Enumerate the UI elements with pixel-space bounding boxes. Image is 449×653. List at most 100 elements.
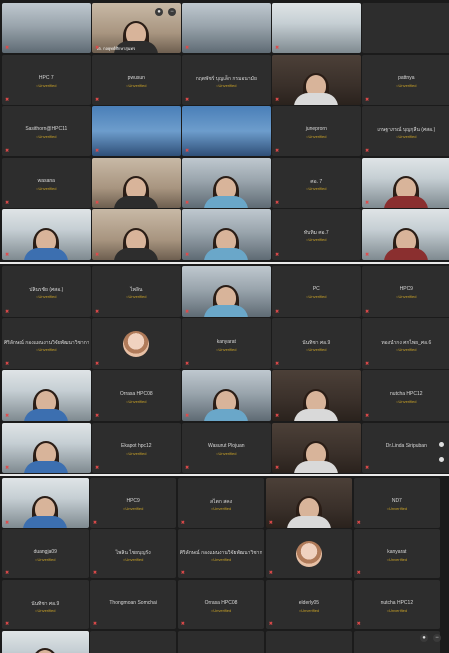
participant-name: PC — [312, 286, 320, 293]
participant-tile[interactable]: ทองนำกง ศกไพย_ศอ.6Unverified ✖ — [362, 318, 449, 369]
participant-tile[interactable]: ✖ — [2, 422, 91, 474]
participant-tile[interactable]: ไพลินUnverified ✖ — [92, 266, 181, 317]
participant-tile[interactable]: ✖ — [272, 422, 361, 474]
participant-tile[interactable]: elderly05 Unverified ✖ — [265, 579, 353, 630]
participant-tile[interactable]: ✖ — [2, 209, 91, 260]
participant-tile[interactable]: Ekapot hpc12 Unverified ✖ — [92, 422, 181, 474]
mic-muted-icon: ✖ — [356, 519, 361, 526]
mic-muted-icon: ✖ — [5, 621, 10, 628]
participant-tile[interactable]: ✖ — [182, 266, 271, 317]
participant-tile[interactable]: duangja09 Unverified ✖ — [2, 528, 89, 579]
participant-tile[interactable]: ศอ. 7Unverified ✖ — [272, 157, 361, 208]
participant-tile[interactable]: Dr.Linda Siripuban ✖ — [362, 422, 449, 474]
minimize-icon[interactable]: − — [168, 8, 176, 16]
participant-tile[interactable]: ✖ — [272, 3, 361, 54]
participant-tile[interactable]: นันทิชา ศอ.9Unverified ✖ — [2, 579, 89, 630]
unverified-badge: Unverified — [94, 294, 179, 299]
participant-name: ไพลิน ไชยบุญรัง — [115, 549, 151, 556]
participant-name: Sasithorn@HPC11 — [25, 126, 68, 133]
participant-tile[interactable]: เกษฐาภรณ์ บุญกุลีน (ศสอ.)Unverified ✖ — [362, 106, 449, 157]
participant-tile[interactable] — [353, 630, 441, 653]
participant-tile[interactable]: ทับทิม ศอ.7Unverified ✖ — [272, 209, 361, 260]
participant-tile[interactable]: ✖ — [182, 3, 271, 54]
participant-body — [24, 247, 69, 260]
minimize-icon[interactable]: − — [433, 634, 441, 642]
participant-name: นันทิชา ศอ.9 — [302, 339, 331, 346]
mic-muted-icon: ✖ — [185, 199, 190, 206]
participant-body — [24, 409, 69, 422]
participant-tile[interactable]: ✖ — [2, 478, 89, 528]
video-name-label: วต. กลยุทธ์ศึกษาสุนทร — [96, 46, 136, 52]
mic-muted-icon: ✖ — [92, 519, 98, 526]
participant-tile[interactable]: ไพลิน ไชยบุญรังUnverified ✖ — [89, 528, 177, 579]
participant-tile[interactable]: nutcha HPC12 Unverified ✖ — [362, 370, 449, 422]
participant-tile[interactable]: ✖ — [92, 209, 181, 260]
participant-tile[interactable]: juneprornUnverified ✖ — [272, 106, 361, 157]
participant-body — [114, 247, 159, 260]
unverified-badge: Unverified — [92, 506, 175, 511]
participant-tile[interactable]: ✖ — [182, 370, 271, 422]
participant-tile[interactable]: pattnya Unverified ✖ — [362, 54, 449, 105]
mic-muted-icon: ✖ — [5, 96, 10, 103]
unverified-badge: Unverified — [364, 399, 449, 404]
participant-tile[interactable]: ✖ — [272, 54, 361, 105]
record-icon[interactable]: ● — [155, 8, 163, 16]
record-icon[interactable]: ● — [420, 634, 428, 642]
participant-tile[interactable]: ปลินรชัย (ศสอ.)Unverified ✖ — [2, 266, 91, 317]
unverified-badge: Unverified — [180, 608, 263, 613]
participant-tile[interactable]: ✖ — [272, 370, 361, 422]
participant-name: kanyarat — [387, 548, 407, 555]
participant-tile[interactable]: ND7 Unverified ✖ — [353, 478, 441, 528]
participant-tile[interactable]: kanyarat Unverified ✖ — [182, 318, 271, 369]
participant-name: wasana — [37, 177, 55, 184]
scroll-down-handle[interactable] — [439, 457, 444, 462]
participant-tile[interactable] — [89, 630, 177, 653]
participant-tile[interactable]: HPC9Unverified✖ — [89, 478, 177, 528]
participant-tile[interactable]: PCUnverified ✖ — [272, 266, 361, 317]
participant-tile[interactable]: ✖ — [2, 370, 91, 422]
participant-tile[interactable]: HPC9Unverified✖ — [362, 266, 449, 317]
participant-tile[interactable]: กฤตพัชร์ บุญเล็ก กรมอนามัยUnverified ✖ — [182, 54, 271, 105]
participant-tile[interactable]: kanyarat Unverified ✖ — [353, 528, 441, 579]
participant-tile[interactable]: ศิริลักษณ์ กองแผนงานวิจัยพัฒนาวิชาการUnv… — [177, 528, 265, 579]
participant-tile[interactable]: นันทิชา ศอ.9Unverified ✖ — [272, 318, 361, 369]
participant-body — [294, 92, 339, 105]
participant-tile[interactable] — [265, 630, 353, 653]
participant-tile[interactable]: pwusun Unverified ✖ — [92, 54, 181, 105]
participant-tile[interactable]: ✖ — [362, 157, 449, 208]
participant-tile[interactable]: HPC 7 Unverified ✖ — [2, 54, 91, 105]
participant-tile[interactable]: ✖ — [265, 528, 353, 579]
participant-tile[interactable]: nutcha HPC12 Unverified ✖ — [353, 579, 441, 630]
mic-muted-icon: ✖ — [5, 413, 10, 420]
mic-muted-icon: ✖ — [185, 45, 190, 52]
participant-tile[interactable]: ✖ — [2, 3, 91, 54]
mic-muted-icon: ✖ — [5, 570, 10, 577]
participant-tile[interactable] — [362, 3, 449, 54]
unverified-badge: Unverified — [184, 83, 269, 88]
participant-tile[interactable]: wasana Unverified ✖ — [2, 157, 91, 208]
participant-tile[interactable]: ✖ — [92, 318, 181, 369]
participant-tile[interactable]: ✖ — [92, 106, 181, 157]
participant-tile[interactable]: ✖ — [265, 478, 353, 528]
participant-tile[interactable]: Sasithorn@HPC11Unverified ✖ — [2, 106, 91, 157]
participant-grid-1: ✖วต. กลยุทธ์ศึกษาสุนทร✖✖✖HPC 7Unverified… — [0, 0, 449, 262]
participant-tile[interactable]: Orrasa HPC08 Unverified ✖ — [177, 579, 265, 630]
participant-tile[interactable]: ✖ — [2, 630, 89, 653]
participant-tile[interactable]: ✖ — [92, 157, 181, 208]
participant-tile[interactable]: ✖ — [182, 106, 271, 157]
mic-muted-icon: ✖ — [185, 308, 190, 315]
participant-tile[interactable] — [177, 630, 265, 653]
participant-body — [286, 515, 331, 528]
participant-tile[interactable]: ✖ — [182, 157, 271, 208]
unverified-badge: Unverified — [356, 506, 439, 511]
participant-tile[interactable]: ✖ — [362, 209, 449, 260]
participant-tile[interactable]: สไตก สคงUnverified ✖ — [177, 478, 265, 528]
scroll-up-handle[interactable] — [439, 442, 444, 447]
participant-tile[interactable]: Thongmoan Somchai ✖ — [89, 579, 177, 630]
participant-name: กฤตพัชร์ บุญเล็ก กรมอนามัย — [195, 75, 257, 82]
participant-tile[interactable]: Orrasa HPC08 Unverified ✖ — [92, 370, 181, 422]
participant-tile[interactable]: ศิริลักษณ์ กองแผนงานวิจัยพัฒนาวิชาการUnv… — [2, 318, 91, 369]
participant-tile[interactable]: Wasurut Plojuan Unverified ✖ — [182, 422, 271, 474]
mic-muted-icon: ✖ — [95, 251, 100, 258]
participant-tile[interactable]: ✖ — [182, 209, 271, 260]
